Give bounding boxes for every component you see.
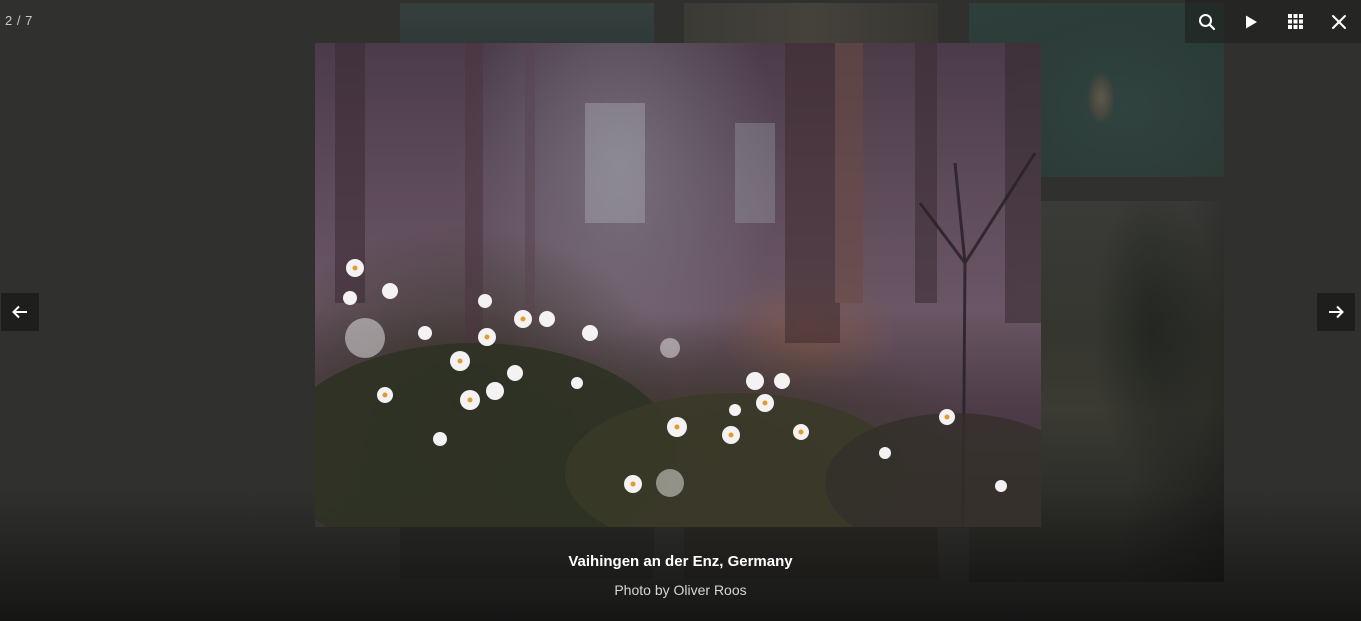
lightbox-image[interactable] [315, 43, 1041, 527]
search-icon [1199, 13, 1216, 30]
close-icon [1332, 14, 1346, 29]
grid-icon [1287, 14, 1303, 29]
arrow-right-icon [1329, 305, 1344, 319]
close-button[interactable] [1317, 0, 1361, 43]
arrow-left-icon [12, 305, 27, 319]
zoom-button[interactable] [1185, 0, 1229, 43]
next-button[interactable] [1317, 293, 1355, 331]
photo-illustration [315, 43, 1041, 527]
gallery-thumbnail[interactable] [400, 3, 654, 43]
lightbox-toolbar [1185, 0, 1361, 43]
play-icon [1246, 15, 1257, 28]
slideshow-button[interactable] [1229, 0, 1273, 43]
caption-credit: Photo by Oliver Roos [614, 582, 747, 598]
previous-button[interactable] [1, 293, 39, 331]
image-counter: 2 / 7 [5, 13, 33, 28]
lightbox-overlay: 2 / 7 Vaihingen an der Enz, Germany Phot… [0, 0, 1361, 621]
gallery-thumbnail[interactable] [684, 3, 938, 43]
caption-title: Vaihingen an der Enz, Germany [568, 553, 793, 570]
thumbnails-button[interactable] [1273, 0, 1317, 43]
